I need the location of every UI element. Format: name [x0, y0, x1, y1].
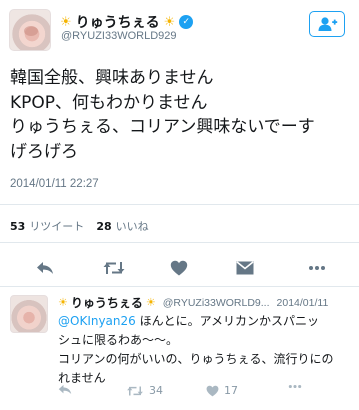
like-icon — [170, 260, 188, 276]
tweet-line: げろげろ — [10, 141, 78, 162]
divider — [0, 286, 359, 287]
sun-icon: ☀ — [58, 296, 68, 309]
direct-message-icon — [236, 261, 254, 275]
retweet-button[interactable]: 34 — [126, 384, 163, 397]
reply-header: ☀ りゅうちぇる ☀ @RYUZi33WORLD9... 2014/01/11 — [58, 294, 328, 311]
reply-action-bar: 34 17 — [58, 382, 348, 402]
retweet-icon — [127, 386, 143, 395]
retweet-count[interactable]: 53 — [10, 220, 25, 233]
sun-icon: ☀ — [145, 296, 156, 309]
more-button[interactable] — [306, 258, 328, 278]
tweet-header: ☀ りゅうちぇる ☀ ✓ @RYUZI33WORLD929 — [0, 0, 359, 60]
tweet-text: 韓国全般、興味ありません KPOP、何もわかりません りゅうちぇる、コリアン興味… — [10, 66, 355, 164]
like-count: 17 — [224, 384, 238, 397]
display-name[interactable]: りゅうちぇる — [71, 294, 143, 311]
display-name: りゅうちぇる — [75, 15, 160, 31]
tweet-stats: 53 リツイート 28 いいね — [10, 218, 157, 234]
retweet-count: 34 — [149, 384, 163, 397]
follow-button[interactable] — [309, 11, 345, 37]
display-name-row[interactable]: ☀ りゅうちぇる ☀ ✓ — [60, 12, 194, 32]
tweet-timestamp[interactable]: 2014/01/11 22:27 — [10, 178, 99, 190]
direct-message-button[interactable] — [234, 258, 256, 278]
user-handle[interactable]: @RYUZI33WORLD929 — [61, 30, 177, 42]
user-handle[interactable]: @RYUZi33WORLD9... — [163, 297, 270, 309]
reply-line: コリアンの何がいいの、りゅうちぇる、流行りにの — [58, 352, 334, 366]
reply-icon — [58, 384, 72, 395]
divider — [0, 204, 359, 205]
like-button[interactable]: 17 — [206, 384, 238, 397]
mention-link[interactable]: @OKInyan26 — [58, 314, 136, 328]
sun-icon: ☀ — [60, 14, 72, 30]
more-icon — [309, 266, 325, 270]
reply-tweet[interactable]: ☀ りゅうちぇる ☀ @RYUZi33WORLD9... 2014/01/11 … — [0, 288, 359, 410]
like-icon — [206, 385, 219, 396]
avatar[interactable] — [9, 9, 51, 51]
verified-badge-icon: ✓ — [179, 15, 194, 29]
tweet-date[interactable]: 2014/01/11 — [277, 297, 329, 309]
reply-button[interactable] — [34, 258, 56, 278]
reply-line-text: ほんとに。アメリカンかスパニッ — [135, 314, 320, 328]
follow-icon — [318, 17, 338, 31]
like-count[interactable]: 28 — [96, 220, 111, 233]
reply-line: シュに限るわあ〜〜。 — [58, 333, 179, 347]
tweet-line: りゅうちぇる、コリアン興味ないでーす — [10, 117, 315, 137]
retweet-icon — [103, 262, 125, 274]
reply-icon — [37, 262, 53, 274]
tweet-action-bar — [0, 250, 359, 286]
tweet-line: KPOP、何もわかりません — [10, 92, 208, 113]
retweet-button[interactable] — [101, 258, 127, 278]
more-button[interactable] — [288, 384, 302, 389]
reply-line: @OKInyan26 ほんとに。アメリカンかスパニッ — [58, 312, 355, 331]
tweet-line: 韓国全般、興味ありません — [10, 68, 214, 88]
like-button[interactable] — [168, 258, 190, 278]
more-icon — [288, 384, 302, 389]
avatar[interactable] — [10, 295, 48, 333]
divider — [0, 242, 359, 243]
retweet-label[interactable]: リツイート — [29, 218, 84, 234]
sun-icon: ☀ — [163, 14, 176, 30]
reply-button[interactable] — [58, 384, 72, 395]
like-label[interactable]: いいね — [116, 218, 149, 234]
reply-text: @OKInyan26 ほんとに。アメリカンかスパニッ シュに限るわあ〜〜。 コリ… — [58, 312, 355, 388]
